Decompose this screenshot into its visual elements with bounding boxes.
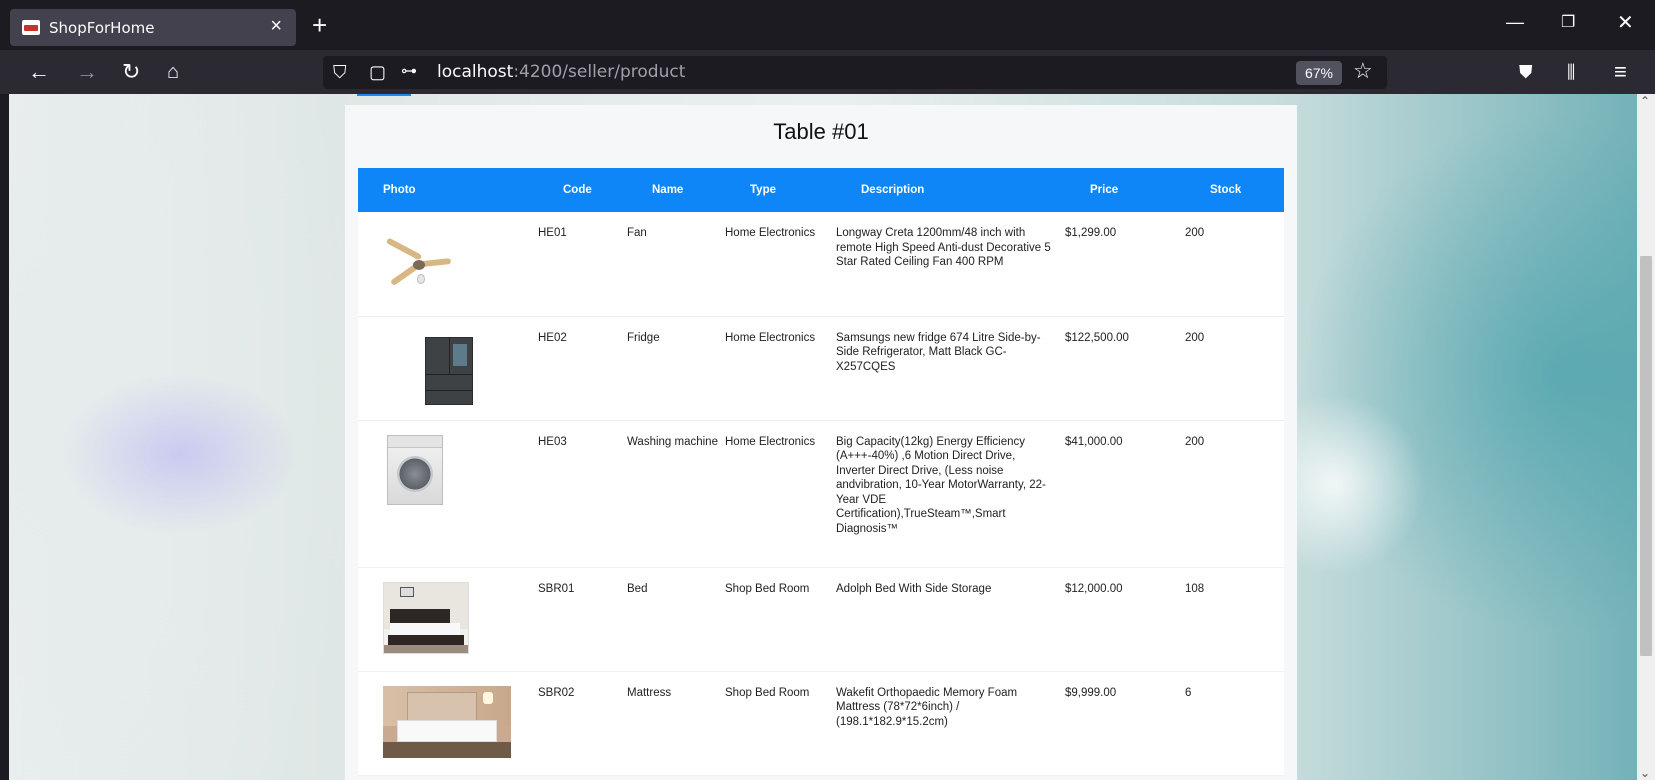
tab-title: ShopForHome [49, 19, 155, 37]
menu-hamburger-icon[interactable]: ≡ [1614, 58, 1627, 86]
description-cell: Wakefit Orthopaedic Memory Foam Mattress… [836, 671, 1065, 776]
table-row[interactable]: SBR02 Mattress Shop Bed Room Wakefit Ort… [358, 671, 1284, 776]
vertical-scrollbar[interactable]: ⌃ ⌄ [1637, 94, 1655, 780]
price-cell: $122,500.00 [1065, 316, 1185, 421]
column-header-code: Code [563, 184, 592, 196]
scrollbar-thumb[interactable] [1640, 256, 1652, 656]
price-cell: $12,000.00 [1065, 567, 1185, 672]
page-viewport: Table #01 Photo Code Name Type Descripti… [0, 94, 1655, 780]
table-title: Table #01 [773, 119, 869, 144]
forward-arrow-icon[interactable]: → [76, 58, 98, 86]
zoom-level-badge[interactable]: 67% [1296, 61, 1342, 85]
table-row[interactable]: SBR01 Bed Shop Bed Room Adolph Bed With … [358, 567, 1284, 672]
photo-cell [358, 567, 538, 672]
type-cell: Home Electronics [725, 316, 836, 421]
name-cell: Bed [627, 567, 725, 672]
washing-machine-image [387, 434, 443, 505]
column-header-photo: Photo [383, 184, 416, 196]
type-cell: Shop Bed Room [725, 671, 836, 776]
type-cell: Home Electronics [725, 212, 836, 317]
header-accent-line [357, 94, 411, 96]
bookmark-star-icon[interactable]: ☆ [1353, 58, 1373, 84]
site-favicon-icon [22, 20, 40, 35]
scroll-down-arrow-icon[interactable]: ⌄ [1640, 766, 1650, 780]
description-cell: Samsungs new fridge 674 Litre Side-by-Si… [836, 316, 1065, 421]
reload-icon[interactable]: ↻ [122, 58, 140, 86]
browser-tab-bar: ShopForHome × + — ❐ ✕ [0, 0, 1655, 50]
window-left-edge [0, 94, 9, 780]
address-bar[interactable]: ⛉ ▢ ⊶ localhost:4200/seller/product 67% … [323, 56, 1387, 89]
products-table: Photo Code Name Type Description Price S… [358, 168, 1284, 776]
name-cell: Fridge [627, 316, 725, 421]
url-text[interactable]: localhost:4200/seller/product [437, 62, 685, 82]
price-cell: $41,000.00 [1065, 420, 1185, 568]
new-tab-plus-icon[interactable]: + [312, 10, 327, 40]
table-row[interactable]: HE03 Washing machine Home Electronics Bi… [358, 420, 1284, 568]
type-cell: Home Electronics [725, 420, 836, 568]
ceiling-fan-image [383, 234, 453, 294]
browser-toolbar: ← → ↻ ⌂ ⛉ ▢ ⊶ localhost:4200/seller/prod… [0, 50, 1655, 94]
table-row[interactable]: HE02 Fridge Home Electronics Samsungs ne… [358, 316, 1284, 421]
stock-cell: 108 [1185, 567, 1284, 672]
close-tab-icon[interactable]: × [270, 15, 282, 38]
bed-image [383, 581, 469, 654]
scroll-up-arrow-icon[interactable]: ⌃ [1640, 94, 1650, 108]
code-cell: SBR01 [538, 567, 627, 672]
stock-cell: 6 [1185, 671, 1284, 776]
column-header-name: Name [652, 184, 684, 196]
url-host: localhost [437, 62, 514, 82]
close-window-icon[interactable]: ✕ [1617, 10, 1634, 35]
photo-cell [358, 316, 538, 421]
name-cell: Mattress [627, 671, 725, 776]
stock-cell: 200 [1185, 212, 1284, 317]
products-panel: Table #01 Photo Code Name Type Descripti… [345, 105, 1297, 780]
name-cell: Washing machine [627, 420, 725, 568]
fridge-image [425, 336, 473, 405]
price-cell: $1,299.00 [1065, 212, 1185, 317]
restore-window-icon[interactable]: ❐ [1561, 12, 1575, 32]
library-icon[interactable]: ⫼ [1567, 58, 1575, 86]
column-header-stock: Stock [1210, 184, 1242, 196]
column-header-type: Type [750, 184, 776, 196]
photo-cell [358, 212, 538, 317]
type-cell: Shop Bed Room [725, 567, 836, 672]
code-cell: HE01 [538, 212, 627, 317]
table-header-row: Photo Code Name Type Description Price S… [358, 168, 1284, 212]
column-header-price: Price [1090, 184, 1119, 196]
description-cell: Big Capacity(12kg) Energy Efficiency (A+… [836, 420, 1065, 568]
page-info-icon[interactable]: ▢ [369, 60, 386, 84]
minimize-window-icon[interactable]: — [1506, 12, 1524, 33]
pocket-icon[interactable]: ⛊ [1519, 58, 1533, 86]
stock-cell: 200 [1185, 316, 1284, 421]
photo-cell [358, 671, 538, 776]
description-cell: Longway Creta 1200mm/48 inch with remote… [836, 212, 1065, 317]
code-cell: SBR02 [538, 671, 627, 776]
key-permissions-icon[interactable]: ⊶ [401, 60, 417, 84]
name-cell: Fan [627, 212, 725, 317]
stock-cell: 200 [1185, 420, 1284, 568]
code-cell: HE02 [538, 316, 627, 421]
tracking-protection-shield-icon[interactable]: ⛉ [333, 60, 347, 84]
home-icon[interactable]: ⌂ [167, 58, 179, 86]
url-path: :4200/seller/product [513, 62, 686, 82]
browser-tab[interactable]: ShopForHome × [10, 9, 296, 46]
table-row[interactable]: HE01 Fan Home Electronics Longway Creta … [358, 212, 1284, 317]
column-header-description: Description [861, 184, 925, 196]
mattress-image [383, 685, 511, 758]
photo-cell [358, 420, 538, 568]
description-cell: Adolph Bed With Side Storage [836, 567, 1065, 672]
code-cell: HE03 [538, 420, 627, 568]
back-arrow-icon[interactable]: ← [28, 58, 50, 86]
price-cell: $9,999.00 [1065, 671, 1185, 776]
